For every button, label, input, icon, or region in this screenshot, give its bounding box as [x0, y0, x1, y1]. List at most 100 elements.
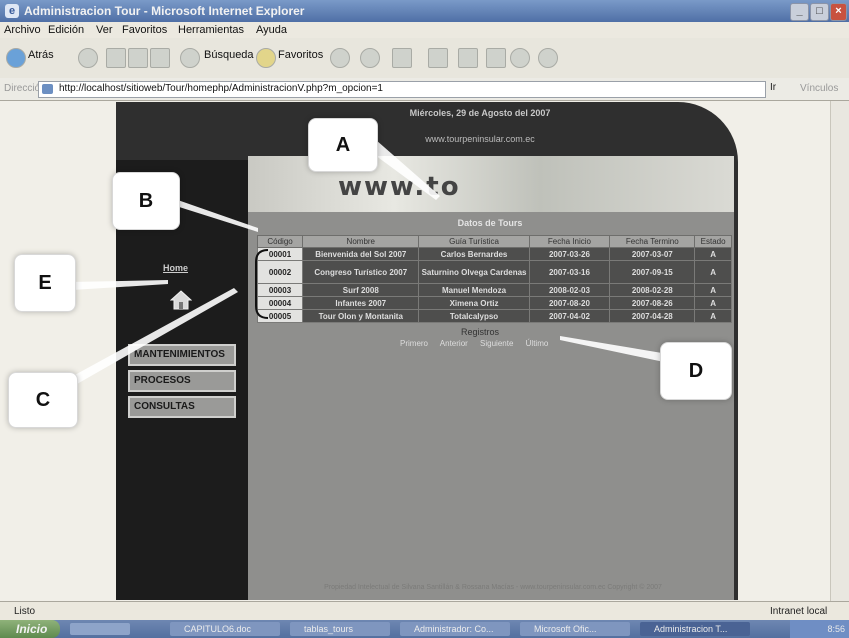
cell-nombre: Tour Olon y Montanita — [302, 309, 420, 323]
table-row: 00005 Tour Olon y Montanita Totalcalypso… — [256, 309, 732, 323]
annotation-b: B — [112, 172, 180, 230]
cell-fecha-inicio: 2008-02-03 — [528, 283, 611, 297]
favorites-star-icon[interactable] — [256, 48, 276, 68]
pagination-title: Registros — [460, 327, 499, 337]
header-fecha-inicio: Fecha Inicio — [528, 235, 611, 248]
menu-consultas-button[interactable]: CONSULTAS — [128, 396, 236, 418]
row-code-link[interactable]: 00002 — [256, 260, 304, 284]
house-icon[interactable] — [170, 290, 192, 310]
header-estado: Estado — [694, 235, 732, 248]
header-fecha-termino: Fecha Termino — [609, 235, 696, 248]
menu-ayuda[interactable]: Ayuda — [256, 22, 287, 38]
status-bar: Listo Intranet local — [0, 601, 849, 621]
pagination-nav: Primero Anterior Siguiente Último — [400, 339, 600, 348]
browser-toolbar: Atrás Búsqueda Favoritos — [0, 38, 849, 79]
header-nombre: Nombre — [302, 235, 420, 248]
cell-nombre: Bienvenida del Sol 2007 — [302, 247, 420, 261]
cell-nombre: Surf 2008 — [302, 283, 420, 297]
search-icon[interactable] — [180, 48, 200, 68]
minimize-button[interactable]: _ — [790, 3, 809, 21]
cell-fecha-inicio: 2007-03-16 — [528, 260, 611, 284]
quick-launch-icons[interactable] — [70, 623, 130, 635]
go-button[interactable]: Ir — [770, 82, 776, 93]
menu-edicion[interactable]: Edición — [48, 22, 84, 38]
pagination-prev-link[interactable]: Anterior — [440, 339, 468, 348]
pagination-next-link[interactable]: Siguiente — [480, 339, 513, 348]
ie-logo-icon: e — [5, 4, 19, 18]
task-tablas-tours[interactable]: tablas_tours — [290, 622, 390, 636]
zone-text: Intranet local — [770, 606, 828, 617]
cell-guia: Carlos Bernardes — [418, 247, 530, 261]
cell-estado: A — [694, 309, 732, 323]
menu-procesos-button[interactable]: PROCESOS — [128, 370, 236, 392]
search-button[interactable]: Búsqueda — [204, 49, 254, 61]
annotation-c: C — [8, 372, 78, 428]
cell-fecha-inicio: 2007-04-02 — [528, 309, 611, 323]
taskbar: Inicio CAPITULO6.doc tablas_tours Admini… — [0, 620, 849, 638]
menu-favoritos[interactable]: Favoritos — [122, 22, 167, 38]
task-capitulo6[interactable]: CAPITULO6.doc — [170, 622, 280, 636]
pagination-last-link[interactable]: Último — [526, 339, 549, 348]
research-icon[interactable] — [538, 48, 558, 68]
task-microsoft-office[interactable]: Microsoft Ofic... — [520, 622, 630, 636]
cell-guia: Manuel Mendoza — [418, 283, 530, 297]
cell-nombre: Congreso Turístico 2007 — [302, 260, 420, 284]
home-toolbar-icon[interactable] — [150, 48, 170, 68]
tours-table: Código Nombre Guía Turística Fecha Inici… — [256, 235, 732, 323]
address-url: http://localhost/sitioweb/Tour/homephp/A… — [59, 83, 383, 94]
annotation-e: E — [14, 254, 76, 312]
print-icon[interactable] — [428, 48, 448, 68]
cell-estado: A — [694, 247, 732, 261]
row-code-link[interactable]: 00001 — [256, 247, 304, 261]
menu-bar: Archivo Edición Ver Favoritos Herramient… — [0, 22, 849, 38]
vertical-scrollbar[interactable] — [830, 101, 849, 601]
forward-arrow-icon[interactable] — [78, 48, 98, 68]
home-link[interactable]: Home — [163, 263, 188, 273]
mail-icon[interactable] — [392, 48, 412, 68]
task-administracion-tour[interactable]: Administracion T... — [640, 622, 750, 636]
history-icon[interactable] — [330, 48, 350, 68]
header-guia: Guía Turística — [418, 235, 530, 248]
maximize-button[interactable]: □ — [810, 3, 829, 21]
menu-mantenimientos-button[interactable]: MANTENIMIENTOS — [128, 344, 236, 366]
cell-guia: Totalcalypso — [418, 309, 530, 323]
site-footer: Propiedad Intelectual de Silvana Santill… — [324, 584, 662, 591]
discuss-icon[interactable] — [486, 48, 506, 68]
row-code-link[interactable]: 00003 — [256, 283, 304, 297]
favorites-button[interactable]: Favoritos — [278, 49, 323, 61]
annotation-d: D — [660, 342, 732, 400]
task-administrador[interactable]: Administrador: Co... — [400, 622, 510, 636]
links-button[interactable]: Vínculos — [800, 83, 838, 94]
back-button[interactable]: Atrás — [28, 49, 54, 61]
cell-estado: A — [694, 283, 732, 297]
stop-icon[interactable] — [106, 48, 126, 68]
site-date: Miércoles, 29 de Agosto del 2007 — [409, 108, 551, 118]
menu-ver[interactable]: Ver — [96, 22, 113, 38]
start-button[interactable]: Inicio — [0, 620, 60, 638]
cell-fecha-termino: 2007-08-26 — [609, 296, 696, 310]
window-title: Administracion Tour - Microsoft Internet… — [24, 4, 305, 18]
media-icon[interactable] — [360, 48, 380, 68]
cell-nombre: Infantes 2007 — [302, 296, 420, 310]
cell-guia: Ximena Ortiz — [418, 296, 530, 310]
cell-estado: A — [694, 296, 732, 310]
cell-fecha-termino: 2007-04-28 — [609, 309, 696, 323]
cell-fecha-termino: 2007-09-15 — [609, 260, 696, 284]
row-code-link[interactable]: 00005 — [256, 309, 304, 323]
menu-herramientas[interactable]: Herramientas — [178, 22, 244, 38]
row-code-link[interactable]: 00004 — [256, 296, 304, 310]
address-input[interactable]: http://localhost/sitioweb/Tour/homephp/A… — [38, 81, 766, 98]
pagination-first-link[interactable]: Primero — [400, 339, 428, 348]
refresh-icon[interactable] — [128, 48, 148, 68]
menu-archivo[interactable]: Archivo — [4, 22, 41, 38]
table-header-row: Código Nombre Guía Turística Fecha Inici… — [256, 235, 732, 248]
cell-fecha-inicio: 2007-03-26 — [528, 247, 611, 261]
cell-guia: Saturnino Olvega Cardenas — [418, 260, 530, 284]
table-title: Datos de Tours — [457, 218, 523, 228]
back-arrow-icon[interactable] — [6, 48, 26, 68]
messenger-icon[interactable] — [510, 48, 530, 68]
page-icon — [42, 84, 53, 94]
close-button[interactable]: × — [830, 3, 847, 21]
edit-icon[interactable] — [458, 48, 478, 68]
cell-fecha-termino: 2008-02-28 — [609, 283, 696, 297]
